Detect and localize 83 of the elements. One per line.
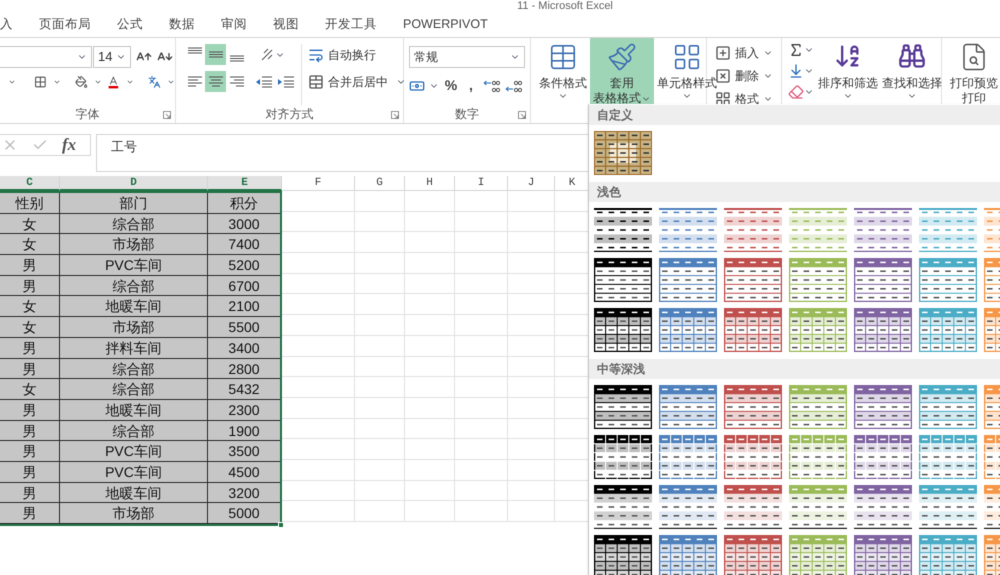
gallery-section-title: 浅色 (597, 184, 621, 201)
column-header[interactable]: J (508, 176, 555, 191)
table-cell: 3200 (208, 482, 280, 504)
column-header[interactable]: E (208, 176, 282, 191)
ribbon-tab[interactable]: 入 (0, 12, 26, 37)
table-cell: 3000 (208, 214, 280, 234)
ribbon-tab[interactable]: 数据 (156, 12, 208, 37)
table-cell: 1900 (208, 420, 280, 442)
table-cell: 性别 (0, 193, 60, 214)
table-cell: 男 (0, 462, 60, 483)
table-cell: 男 (0, 338, 60, 358)
merge-center-button[interactable]: 合并后居中 (308, 71, 406, 92)
table-cell: 2100 (208, 296, 280, 318)
table-cell: 市场部 (60, 503, 208, 524)
table-cell: 3500 (208, 441, 280, 462)
group-label: 数字 (455, 106, 479, 123)
table-cell: 地暖车间 (60, 482, 208, 504)
table-cell: 男 (0, 358, 60, 380)
table-cell: 4500 (208, 462, 280, 483)
table-cell: 男 (0, 441, 60, 462)
styles-button[interactable]: 条件格式 (536, 38, 590, 123)
ribbon-tab[interactable]: 开发工具 (312, 12, 390, 37)
table-cell: 7400 (208, 234, 280, 256)
table-cell: 男 (0, 482, 60, 504)
group-label: 字体 (76, 106, 100, 123)
table-cell: 女 (0, 296, 60, 318)
table-cell: 市场部 (60, 234, 208, 256)
editing-button[interactable]: 排序和筛选 (818, 38, 878, 123)
table-cell: 市场部 (60, 317, 208, 338)
ribbon-tab[interactable]: 页面布局 (26, 12, 104, 37)
table-cell: PVC车间 (60, 462, 208, 483)
column-header[interactable]: H (405, 176, 455, 191)
table-cell: 积分 (208, 193, 280, 214)
table-cell: 综合部 (60, 276, 208, 296)
table-cell: 男 (0, 400, 60, 421)
column-header[interactable]: D (60, 176, 208, 191)
column-header[interactable]: I (455, 176, 508, 191)
table-cell: 5000 (208, 503, 280, 524)
number-style-button[interactable]: , (463, 75, 479, 96)
wrap-text-button[interactable]: 自动换行 (308, 44, 406, 65)
table-cell: 2800 (208, 358, 280, 380)
table-cell: 综合部 (60, 358, 208, 380)
print-preview-button[interactable]: 打印预览 打印 (942, 38, 998, 123)
table-cell: 5500 (208, 317, 280, 338)
table-cell: 2300 (208, 400, 280, 421)
table-cell: 3400 (208, 338, 280, 358)
table-cell: 综合部 (60, 420, 208, 442)
column-header[interactable]: G (355, 176, 405, 191)
table-cell: 综合部 (60, 379, 208, 400)
table-cell: 男 (0, 276, 60, 296)
ribbon-tab[interactable]: 审阅 (208, 12, 260, 37)
number-style-button[interactable]: % (443, 75, 459, 96)
table-cell: 男 (0, 503, 60, 524)
column-header[interactable]: C (0, 176, 60, 191)
table-cell: PVC车间 (60, 441, 208, 462)
table-cell: PVC车间 (60, 255, 208, 276)
table-cell: 5432 (208, 379, 280, 400)
window-title: 11 - Microsoft Excel (517, 0, 613, 12)
column-header[interactable]: K (555, 176, 590, 191)
table-cell: 拌料车间 (60, 338, 208, 358)
table-cell: 女 (0, 234, 60, 256)
table-cell: 男 (0, 255, 60, 276)
table-cell: 5200 (208, 255, 280, 276)
table-cell: 女 (0, 214, 60, 234)
editing-button[interactable]: 查找和选择 (882, 38, 942, 123)
table-cell: 女 (0, 317, 60, 338)
table-cell: 部门 (60, 193, 208, 214)
number-format-field[interactable]: 常规 (409, 46, 525, 68)
gallery-section-title: 中等深浅 (597, 361, 645, 378)
ribbon-tab[interactable]: POWERPIVOT (390, 12, 501, 37)
table-cell: 地暖车间 (60, 296, 208, 318)
table-cell: 女 (0, 379, 60, 400)
gallery-section-title: 自定义 (597, 107, 633, 124)
insert-function-button[interactable]: fx (62, 132, 76, 158)
table-cell: 男 (0, 420, 60, 442)
group-label: 对齐方式 (266, 106, 314, 123)
ribbon-tab[interactable]: 视图 (260, 12, 312, 37)
font-size-field[interactable]: 14 (93, 46, 131, 68)
ribbon-tab[interactable]: 公式 (104, 12, 156, 37)
table-cell: 6700 (208, 276, 280, 296)
table-cell: 综合部 (60, 214, 208, 234)
table-cell: 地暖车间 (60, 400, 208, 421)
column-header[interactable]: F (282, 176, 355, 191)
